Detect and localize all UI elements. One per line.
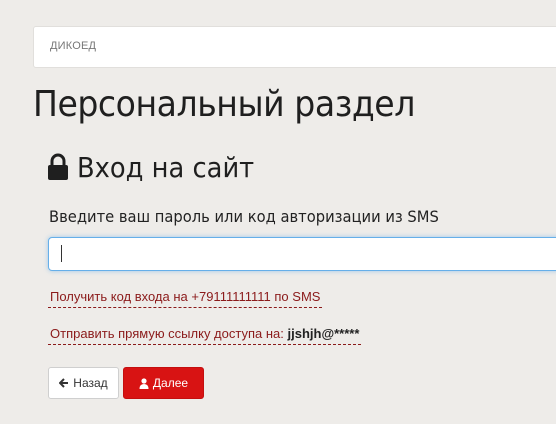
code-field-label: Введите ваш пароль или код авторизации и… [49,207,439,226]
back-button-label: Назад [73,376,108,390]
next-button-label: Далее [152,376,189,390]
email-link[interactable]: Отправить прямую ссылку доступа на: jjsh… [48,326,362,345]
page-title: Персональный раздел [33,84,415,125]
user-icon [139,377,149,389]
email-link-label: Отправить прямую ссылку доступа на: [50,326,288,341]
text-caret [61,245,62,262]
next-button[interactable]: Далее [123,367,204,399]
code-input[interactable] [48,237,556,271]
breadcrumb-item-home[interactable]: ДИКОЕД [50,40,96,52]
sms-code-link[interactable]: Получить код входа на +79111111111 по SM… [48,289,323,308]
email-masked: jjshjh@***** [287,326,360,341]
login-section-title: Вход на сайт [47,150,270,184]
section-title-text: Вход на сайт [77,150,255,184]
arrow-left-icon [59,378,69,388]
back-button[interactable]: Назад [48,367,119,399]
breadcrumb: ДИКОЕД [33,26,556,68]
lock-icon [47,153,69,181]
